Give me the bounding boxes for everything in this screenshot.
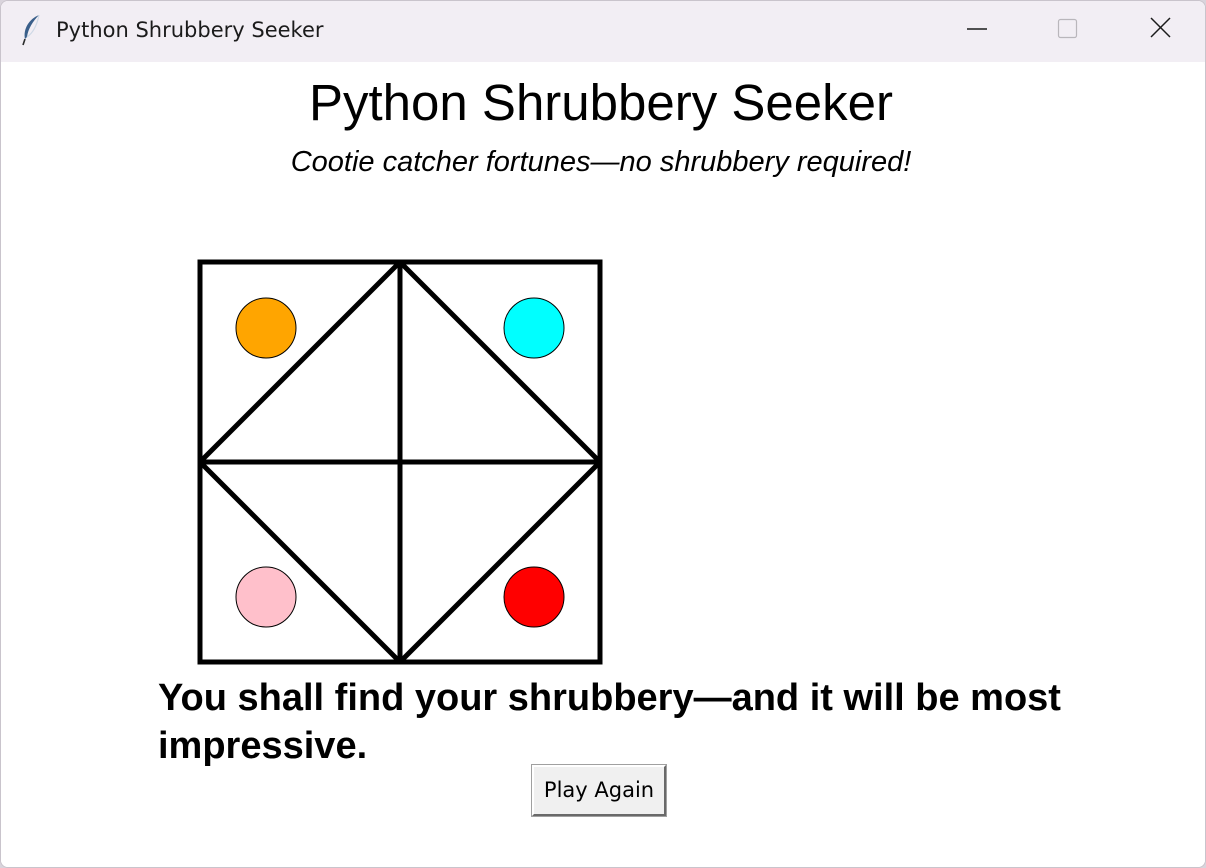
color-dot-orange[interactable] [235, 297, 297, 359]
color-dot-cyan[interactable] [503, 297, 565, 359]
page-title: Python Shrubbery Seeker [308, 74, 893, 131]
minimize-icon [967, 28, 987, 30]
maximize-button[interactable] [1022, 1, 1114, 57]
page-subtitle: Cootie catcher fortunes—no shrubbery req… [290, 146, 912, 178]
minimize-button[interactable] [930, 1, 1022, 57]
title-bar[interactable]: Python Shrubbery Seeker [1, 1, 1205, 62]
play-again-button[interactable]: Play Again [531, 764, 667, 817]
close-icon [1150, 17, 1171, 38]
app-window: Python Shrubbery Seeker Python Shrubbery… [0, 0, 1206, 868]
fortune-text: You shall find your shrubbery—and it wil… [158, 677, 1061, 767]
color-dot-pink[interactable] [235, 566, 297, 628]
cootie-catcher-canvas[interactable] [196, 258, 606, 668]
main-content: Python Shrubbery Seeker Cootie catcher f… [1, 62, 1205, 867]
maximize-icon [1057, 18, 1078, 39]
color-dot-red[interactable] [503, 566, 565, 628]
window-title: Python Shrubbery Seeker [56, 18, 324, 42]
feather-icon [19, 13, 43, 47]
close-button[interactable] [1114, 1, 1205, 57]
